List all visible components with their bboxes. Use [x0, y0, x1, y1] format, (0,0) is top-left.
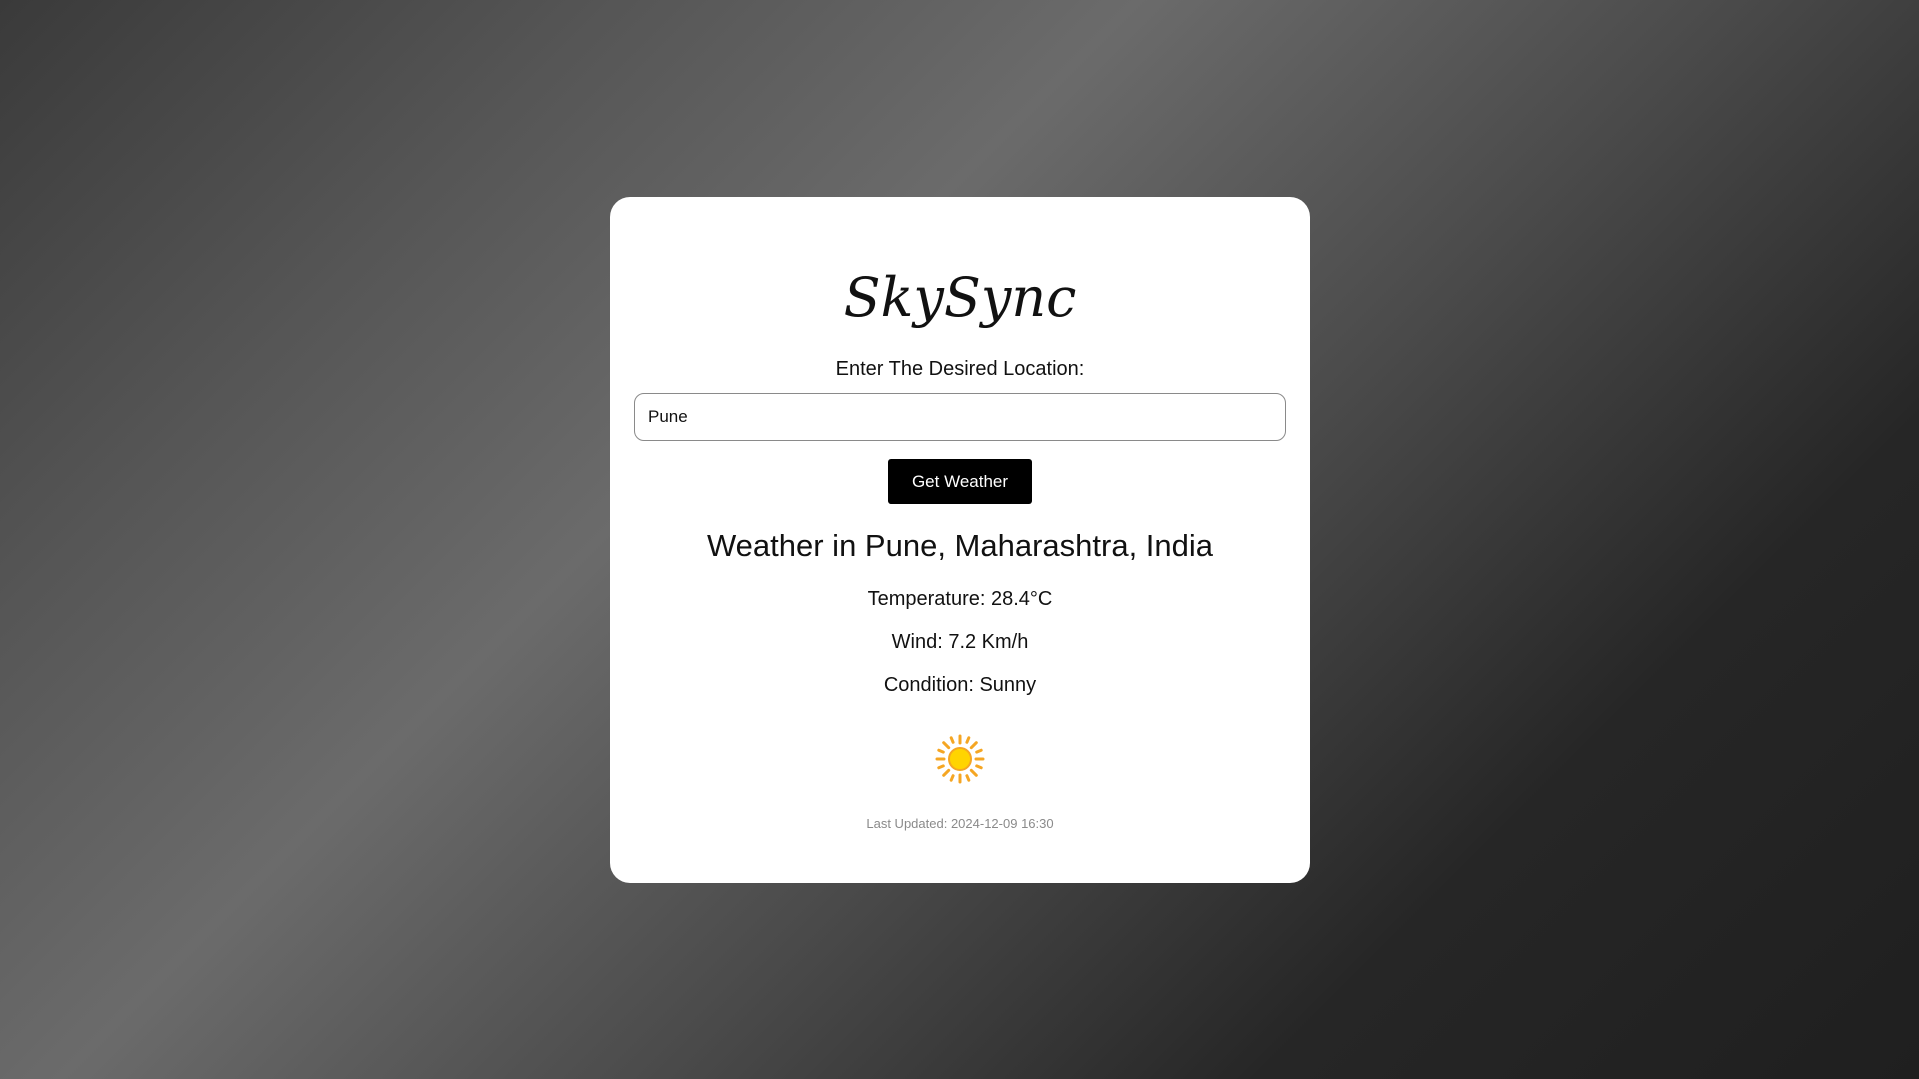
last-updated-label: Last Updated:: [866, 816, 948, 831]
weather-location-heading: Weather in Pune, Maharashtra, India: [706, 528, 1214, 563]
last-updated-text: Last Updated: 2024-12-09 16:30: [610, 816, 1310, 832]
get-weather-button[interactable]: Get Weather: [888, 459, 1032, 504]
temperature-text: Temperature: 28.4°C: [867, 588, 1053, 610]
location-prompt-label: Enter The Desired Location:: [835, 358, 1085, 380]
sun-icon-graphic: [935, 734, 985, 784]
wind-text: Wind: 7.2 Km/h: [891, 631, 1029, 653]
location-input[interactable]: [634, 393, 1286, 441]
weather-card: SkySync Enter The Desired Location: Get …: [610, 197, 1310, 883]
last-updated-value: 2024-12-09 16:30: [950, 816, 1054, 831]
location-input-wrapper: [634, 393, 1286, 441]
condition-text: Condition: Sunny: [883, 674, 1037, 696]
sun-icon: [935, 734, 985, 784]
app-logo: SkySync: [843, 266, 1077, 329]
